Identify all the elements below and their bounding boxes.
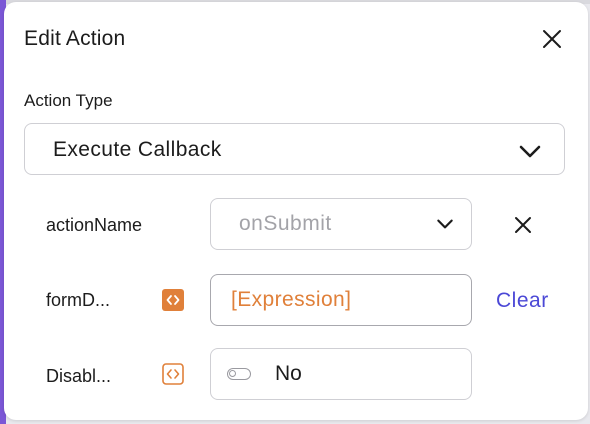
form-data-expression-value: [Expression] [231,288,352,311]
toggle-switch[interactable] [227,368,251,380]
remove-action-button[interactable] [512,214,534,236]
action-type-label: Action Type [24,91,113,110]
disabled-value: No [275,362,302,385]
code-brackets-icon [162,363,184,385]
toggle-knob [229,370,236,377]
disabled-label: Disabl... [46,366,112,386]
disabled-toggle-field[interactable]: No [210,348,472,400]
edit-action-dialog: Edit Action Action Type Execute Callback… [4,2,588,420]
code-brackets-icon [162,289,184,311]
form-data-label: formD... [46,290,111,310]
action-type-select[interactable]: Execute Callback [24,123,565,175]
close-icon [515,217,531,233]
action-name-label: actionName [46,215,143,235]
chevron-down-icon [437,219,453,229]
dialog-title: Edit Action [24,27,126,50]
close-icon [543,30,561,48]
expression-toggle-button[interactable] [162,289,184,311]
action-type-value: Execute Callback [53,138,222,161]
chevron-down-icon [519,145,541,158]
close-dialog-button[interactable] [540,27,564,51]
clear-expression-button[interactable]: Clear [496,289,549,313]
expression-toggle-button[interactable] [162,363,184,385]
action-name-value: onSubmit [239,212,332,235]
action-name-select[interactable]: onSubmit [210,198,472,250]
form-data-expression-field[interactable]: [Expression] [210,274,472,326]
